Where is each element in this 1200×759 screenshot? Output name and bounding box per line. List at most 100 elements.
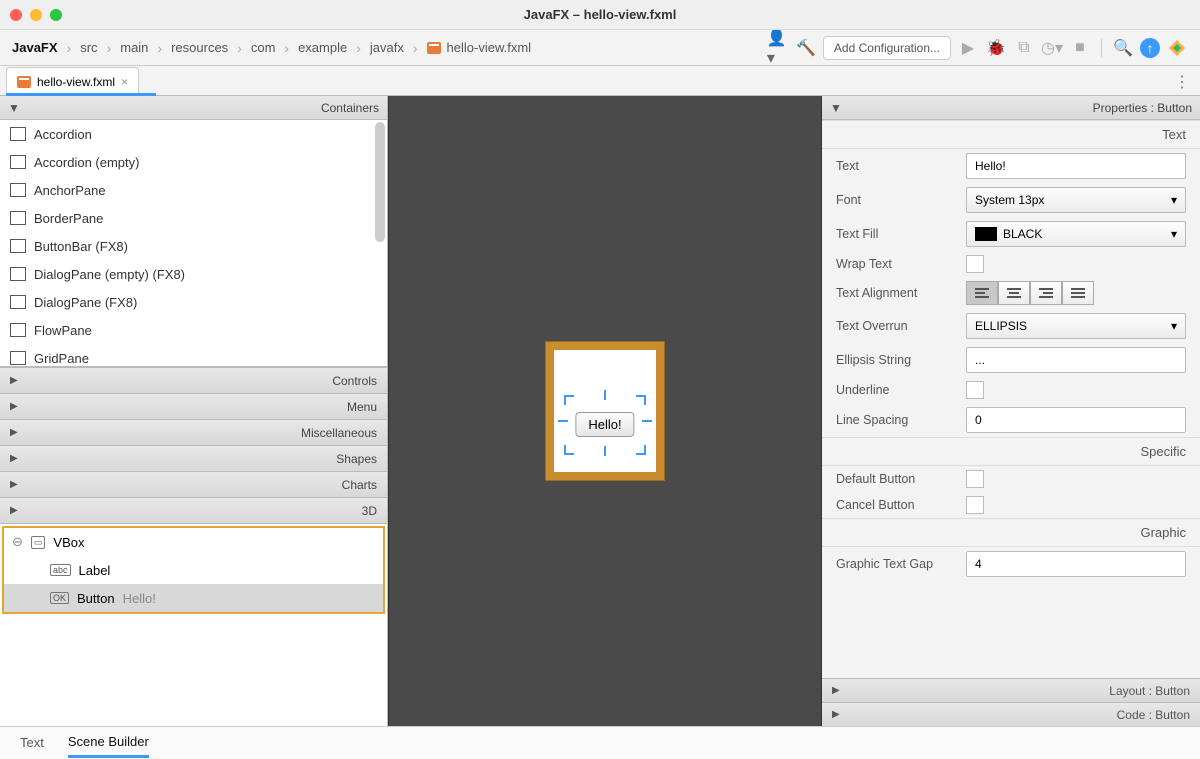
selection-handle-icon[interactable]: [636, 395, 646, 405]
chevron-down-icon[interactable]: ▼: [8, 101, 20, 115]
list-item[interactable]: GridPane: [0, 344, 387, 367]
list-item[interactable]: DialogPane (empty) (FX8): [0, 260, 387, 288]
font-select[interactable]: System 13px▾: [966, 187, 1186, 213]
underline-checkbox[interactable]: [966, 381, 984, 399]
minimize-window-icon[interactable]: [30, 9, 42, 21]
text-fill-select[interactable]: BLACK▾: [966, 221, 1186, 247]
chevron-right-icon: ▶: [832, 709, 840, 720]
hierarchy-row-button[interactable]: OK Button Hello!: [4, 584, 383, 612]
ellipsis-input[interactable]: [966, 347, 1186, 373]
prop-label: Graphic Text Gap: [836, 557, 956, 571]
properties-panel: ▼ Properties : Button Text Text Font Sys…: [822, 96, 1200, 726]
list-item[interactable]: AnchorPane: [0, 176, 387, 204]
containers-header[interactable]: ▼ Containers: [0, 96, 387, 120]
list-item[interactable]: BorderPane: [0, 204, 387, 232]
list-item[interactable]: FlowPane: [0, 316, 387, 344]
breadcrumb-root[interactable]: JavaFX: [12, 40, 58, 55]
chevron-right-icon: ▶: [10, 427, 18, 438]
prop-label: Wrap Text: [836, 257, 956, 271]
wrap-text-checkbox[interactable]: [966, 255, 984, 273]
align-right-button[interactable]: [1030, 281, 1062, 305]
section-label: Shapes: [336, 452, 377, 466]
build-icon[interactable]: 🔨: [795, 37, 817, 59]
code-header[interactable]: ▶Code : Button: [822, 702, 1200, 726]
selection-handle-icon[interactable]: [564, 395, 574, 405]
select-value: ELLIPSIS: [975, 319, 1027, 333]
list-item[interactable]: Accordion: [0, 120, 387, 148]
canvas-selection-frame: Hello!: [545, 341, 665, 481]
debug-icon[interactable]: 🐞: [985, 37, 1007, 59]
hierarchy-panel: ⊖ ▭ VBox abc Label OK Button Hello!: [0, 523, 387, 726]
panel-header-label: Properties : Button: [1093, 101, 1192, 115]
align-justify-button[interactable]: [1062, 281, 1094, 305]
section-label: Controls: [332, 374, 377, 388]
collapse-icon[interactable]: ⊖: [12, 534, 23, 550]
selection-handle-icon[interactable]: [642, 420, 652, 422]
list-item[interactable]: DialogPane (FX8): [0, 288, 387, 316]
section-controls[interactable]: ▶Controls: [0, 367, 387, 393]
breadcrumb-item[interactable]: com: [251, 40, 276, 55]
jetbrains-icon[interactable]: [1166, 37, 1188, 59]
section-charts[interactable]: ▶Charts: [0, 471, 387, 497]
profile-icon[interactable]: ◷▾: [1041, 37, 1063, 59]
main-toolbar: JavaFX › src › main › resources › com › …: [0, 30, 1200, 66]
section-3d[interactable]: ▶3D: [0, 497, 387, 523]
hierarchy-row-vbox[interactable]: ⊖ ▭ VBox: [4, 528, 383, 556]
stop-icon[interactable]: ■: [1069, 37, 1091, 59]
section-text-header: Text: [822, 120, 1200, 149]
user-icon[interactable]: 👤▾: [767, 37, 789, 59]
editor-mode-tabs: Text Scene Builder: [0, 726, 1200, 758]
line-spacing-input[interactable]: [966, 407, 1186, 433]
coverage-icon[interactable]: ⧉: [1013, 37, 1035, 59]
graphic-gap-input[interactable]: [966, 551, 1186, 577]
align-left-button[interactable]: [966, 281, 998, 305]
breadcrumb-item[interactable]: javafx: [370, 40, 404, 55]
default-button-checkbox[interactable]: [966, 470, 984, 488]
maximize-window-icon[interactable]: [50, 9, 62, 21]
breadcrumb-item[interactable]: resources: [171, 40, 228, 55]
list-item[interactable]: ButtonBar (FX8): [0, 232, 387, 260]
section-shapes[interactable]: ▶Shapes: [0, 445, 387, 471]
search-icon[interactable]: 🔍: [1112, 37, 1134, 59]
selection-handle-icon[interactable]: [604, 446, 606, 456]
selection-handle-icon[interactable]: [558, 420, 568, 422]
section-specific-header: Specific: [822, 437, 1200, 466]
properties-header[interactable]: ▼ Properties : Button: [822, 96, 1200, 120]
vbox-preview[interactable]: Hello!: [554, 350, 656, 472]
cancel-button-checkbox[interactable]: [966, 496, 984, 514]
run-icon[interactable]: ▶: [957, 37, 979, 59]
breadcrumb-item[interactable]: src: [80, 40, 97, 55]
breadcrumb-item[interactable]: main: [120, 40, 148, 55]
section-graphic-header: Graphic: [822, 518, 1200, 547]
tab-text-mode[interactable]: Text: [20, 727, 44, 758]
chevron-down-icon[interactable]: ▼: [830, 101, 842, 115]
list-item[interactable]: Accordion (empty): [0, 148, 387, 176]
editor-tab[interactable]: hello-view.fxml ×: [6, 67, 139, 95]
selection-handle-icon[interactable]: [604, 390, 606, 400]
close-window-icon[interactable]: [10, 9, 22, 21]
design-canvas[interactable]: Hello!: [388, 96, 822, 726]
chevron-right-icon: ›: [413, 40, 418, 56]
layout-header[interactable]: ▶Layout : Button: [822, 678, 1200, 702]
text-input[interactable]: [966, 153, 1186, 179]
tab-scene-builder[interactable]: Scene Builder: [68, 727, 149, 758]
selection-handle-icon[interactable]: [564, 445, 574, 455]
section-misc[interactable]: ▶Miscellaneous: [0, 419, 387, 445]
align-center-button[interactable]: [998, 281, 1030, 305]
breadcrumb-item[interactable]: example: [298, 40, 347, 55]
close-tab-icon[interactable]: ×: [121, 75, 128, 89]
selection-handle-icon[interactable]: [636, 445, 646, 455]
label-icon: abc: [50, 564, 71, 576]
container-icon: [10, 267, 26, 281]
hierarchy-row-label[interactable]: abc Label: [4, 556, 383, 584]
update-icon[interactable]: ↑: [1140, 38, 1160, 58]
scrollbar[interactable]: [375, 122, 385, 242]
breadcrumb-file[interactable]: hello-view.fxml: [447, 40, 532, 55]
list-item-label: FlowPane: [34, 323, 92, 338]
run-config-select[interactable]: Add Configuration...: [823, 36, 951, 60]
text-overrun-select[interactable]: ELLIPSIS▾: [966, 313, 1186, 339]
chevron-right-icon: ›: [107, 40, 112, 56]
tab-options-icon[interactable]: ⋮: [1174, 72, 1190, 92]
section-menu[interactable]: ▶Menu: [0, 393, 387, 419]
preview-button[interactable]: Hello!: [575, 412, 634, 437]
